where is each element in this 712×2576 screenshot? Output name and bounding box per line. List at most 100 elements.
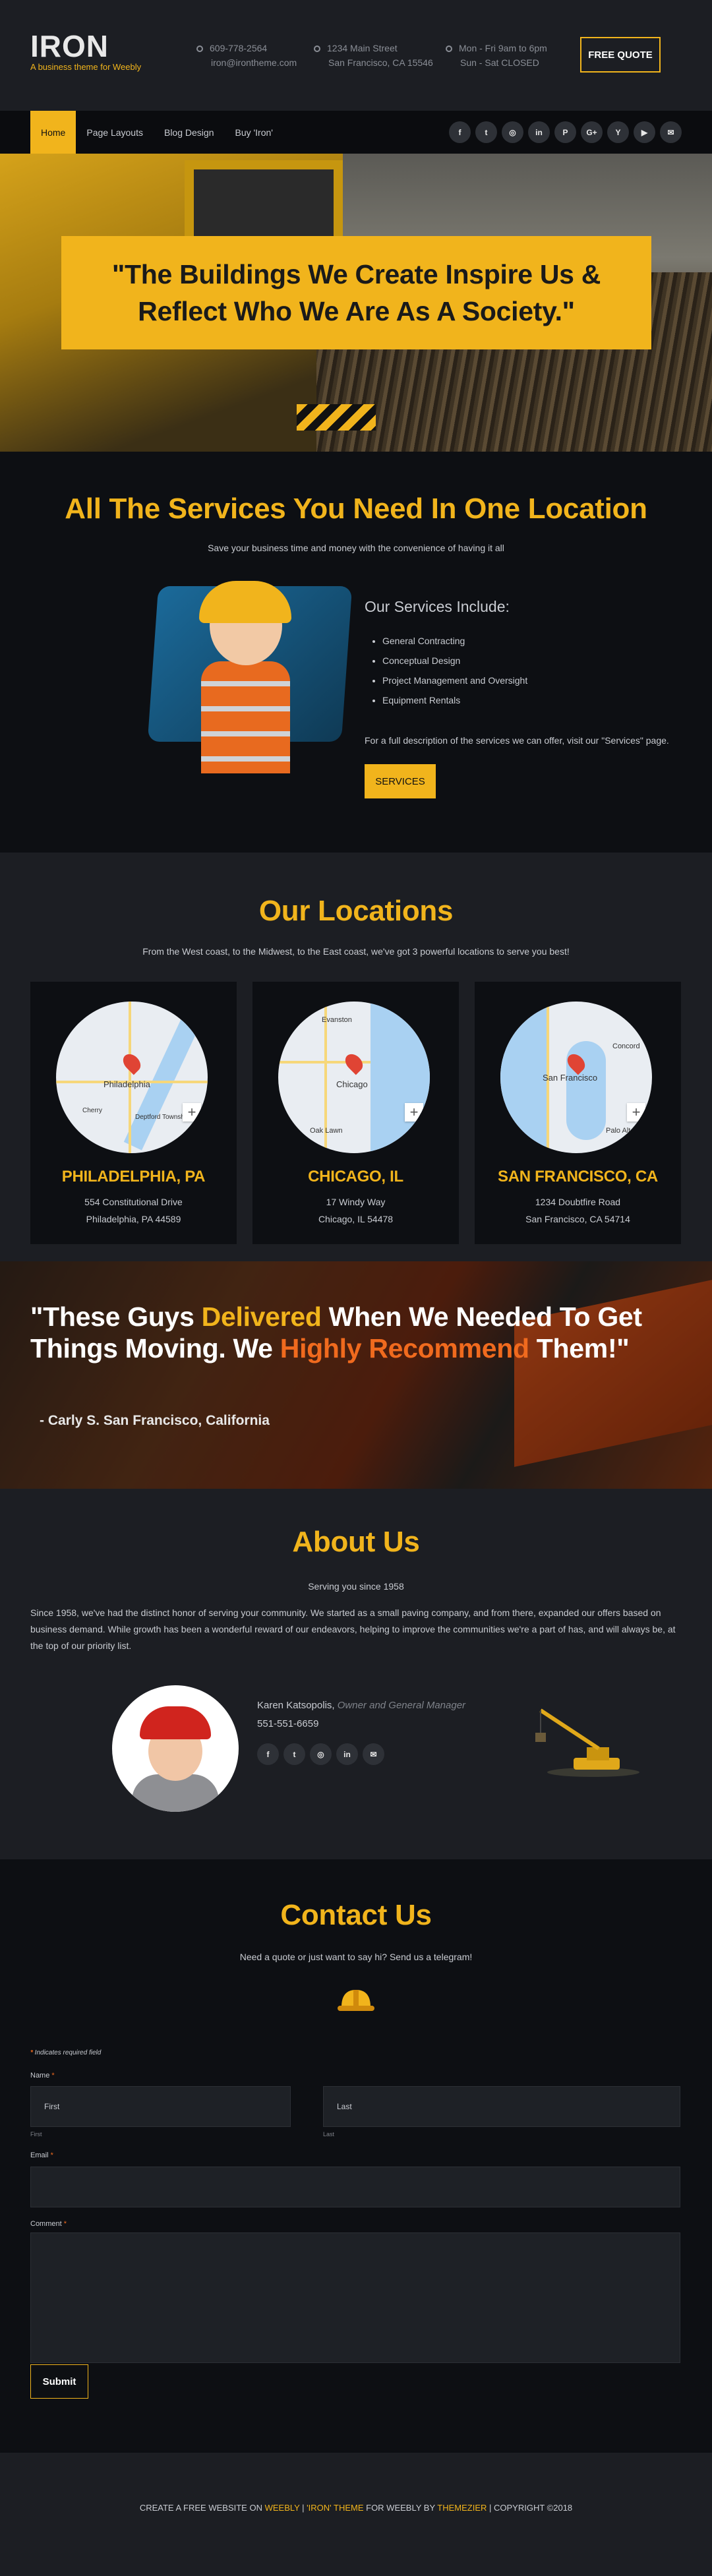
pinterest-icon[interactable]: P bbox=[554, 121, 576, 143]
instagram-icon[interactable]: ◎ bbox=[502, 121, 523, 143]
locations-subtitle: From the West coast, to the Midwest, to … bbox=[142, 946, 570, 957]
contact-info-hours: Mon - Fri 9am to 6pm Sun - Sat CLOSED bbox=[446, 41, 547, 70]
logo-subtitle: A business theme for Weebly bbox=[30, 62, 142, 72]
nav-social-icons: f t ◎ in P G+ Y ▶ ✉ bbox=[449, 121, 682, 143]
contact-info-address: 1234 Main Street San Francisco, CA 15546 bbox=[314, 41, 433, 70]
contact-info-phone: 609-778-2564 iron@irontheme.com bbox=[196, 41, 297, 70]
services-list-item: Equipment Rentals bbox=[382, 690, 527, 710]
locations-title: Our Locations bbox=[258, 895, 454, 927]
nav-item-blog-design[interactable]: Blog Design bbox=[154, 111, 225, 154]
about-section: About Us Serving you since 1958 Since 19… bbox=[0, 1489, 712, 1859]
main-nav: Home Page Layouts Blog Design Buy 'Iron'… bbox=[0, 111, 712, 154]
free-quote-button[interactable]: FREE QUOTE bbox=[580, 37, 661, 73]
map-pin-icon bbox=[341, 1050, 367, 1075]
services-list-item: Project Management and Oversight bbox=[382, 671, 527, 690]
location-address-line2: San Francisco, CA 54714 bbox=[525, 1214, 630, 1224]
header-hours-line2: Sun - Sat CLOSED bbox=[460, 57, 539, 68]
yelp-icon[interactable]: Y bbox=[607, 121, 629, 143]
zoom-in-icon[interactable]: + bbox=[183, 1103, 201, 1122]
phone-icon bbox=[196, 45, 203, 52]
map-label: Oak Lawn bbox=[310, 1127, 343, 1135]
mail-icon[interactable]: ✉ bbox=[660, 121, 682, 143]
location-name: PHILADELPHIA, PA bbox=[61, 1168, 206, 1185]
nav-item-buy-iron[interactable]: Buy 'Iron' bbox=[224, 111, 283, 154]
nav-item-home[interactable]: Home bbox=[30, 111, 76, 154]
about-title: About Us bbox=[292, 1526, 420, 1558]
about-social-icons: f t ◎ in ✉ bbox=[257, 1743, 384, 1765]
locations-section: Our Locations From the West coast, to th… bbox=[0, 853, 712, 1261]
linkedin-icon[interactable]: in bbox=[528, 121, 550, 143]
header-address-line2: San Francisco, CA 15546 bbox=[328, 57, 433, 68]
map-label: Deptford Township bbox=[135, 1114, 190, 1121]
services-subtitle: Save your business time and money with t… bbox=[208, 543, 504, 553]
nav-item-page-layouts[interactable]: Page Layouts bbox=[76, 111, 154, 154]
map-label: Philadelphia bbox=[104, 1079, 150, 1089]
email-input[interactable] bbox=[30, 2167, 680, 2207]
first-name-sublabel: First bbox=[30, 2131, 42, 2138]
contact-section: Contact Us Need a quote or just want to … bbox=[0, 1859, 712, 2453]
location-address-line2: Chicago, IL 54478 bbox=[318, 1214, 394, 1224]
location-card-chicago: Evanston Chicago Oak Lawn + CHICAGO, IL … bbox=[252, 982, 459, 1244]
testimonial-quote: "These Guys Delivered When We Needed To … bbox=[30, 1302, 642, 1363]
youtube-icon[interactable]: ▶ bbox=[634, 121, 655, 143]
zoom-in-icon[interactable]: + bbox=[405, 1103, 423, 1122]
logo-title: IRON bbox=[30, 29, 109, 63]
manager-phone[interactable]: 551-551-6659 bbox=[257, 1718, 318, 1729]
services-button[interactable]: SERVICES bbox=[365, 764, 436, 798]
map-label: Chicago bbox=[336, 1079, 368, 1089]
services-note: For a full description of the services w… bbox=[365, 735, 669, 746]
services-list-heading: Our Services Include: bbox=[365, 598, 510, 615]
facebook-icon[interactable]: f bbox=[257, 1743, 279, 1765]
header-phone[interactable]: 609-778-2564 bbox=[210, 43, 267, 53]
logo[interactable]: IRON A business theme for Weebly bbox=[30, 30, 141, 72]
location-card-san-francisco: Concord San Francisco Palo Alt + SAN FRA… bbox=[475, 982, 681, 1244]
zoom-in-icon[interactable]: + bbox=[627, 1103, 645, 1122]
header-hours-line1: Mon - Fri 9am to 6pm bbox=[459, 43, 547, 53]
location-address-line1: 17 Windy Way bbox=[326, 1197, 386, 1207]
twitter-icon[interactable]: t bbox=[475, 121, 497, 143]
map-pin-icon bbox=[119, 1050, 144, 1075]
footer-credits: CREATE A FREE WEBSITE ON WEEBLY | 'IRON'… bbox=[139, 2503, 573, 2513]
facebook-icon[interactable]: f bbox=[449, 121, 471, 143]
name-label: Name * bbox=[30, 2072, 55, 2080]
twitter-icon[interactable]: t bbox=[283, 1743, 305, 1765]
about-text: Since 1958, we've had the distinct honor… bbox=[30, 1607, 676, 1651]
last-name-input[interactable]: Last bbox=[323, 2086, 680, 2127]
contact-subtitle: Need a quote or just want to say hi? Sen… bbox=[239, 1952, 473, 1962]
map-label: San Francisco bbox=[543, 1073, 598, 1083]
weebly-link[interactable]: WEEBLY bbox=[265, 2503, 300, 2513]
google-plus-icon[interactable]: G+ bbox=[581, 121, 603, 143]
location-name: CHICAGO, IL bbox=[308, 1168, 403, 1185]
location-map[interactable]: Concord San Francisco Palo Alt + bbox=[500, 1002, 652, 1153]
hardhat-icon bbox=[338, 1990, 374, 2011]
testimonial-author: - Carly S. San Francisco, California bbox=[40, 1413, 270, 1428]
testimonial-banner: "These Guys Delivered When We Needed To … bbox=[0, 1261, 712, 1489]
map-label: Concord bbox=[612, 1042, 640, 1050]
map-label: Cherry bbox=[82, 1107, 103, 1114]
iron-theme-link[interactable]: 'IRON' THEME bbox=[307, 2503, 363, 2513]
manager-portrait bbox=[112, 1685, 239, 1812]
location-icon bbox=[314, 45, 320, 52]
header-email[interactable]: iron@irontheme.com bbox=[196, 55, 297, 70]
location-map[interactable]: Evanston Chicago Oak Lawn + bbox=[278, 1002, 430, 1153]
comment-label: Comment * bbox=[30, 2220, 67, 2228]
services-list-item: General Contracting bbox=[382, 631, 527, 651]
crane-icon bbox=[535, 1708, 639, 1777]
manager-name: Karen Katsopolis, Owner and General Mana… bbox=[257, 1700, 466, 1711]
map-label: Palo Alt bbox=[606, 1127, 631, 1135]
comment-textarea[interactable] bbox=[30, 2232, 680, 2363]
clock-icon bbox=[446, 45, 452, 52]
linkedin-icon[interactable]: in bbox=[336, 1743, 358, 1765]
location-map[interactable]: Philadelphia Deptford Township Cherry + bbox=[56, 1002, 208, 1153]
site-header: IRON A business theme for Weebly 609-778… bbox=[0, 0, 712, 111]
themezier-link[interactable]: THEMEZIER bbox=[437, 2503, 487, 2513]
worker-illustration-body bbox=[201, 661, 290, 773]
location-name: SAN FRANCISCO, CA bbox=[498, 1168, 658, 1185]
services-list: General Contracting Conceptual Design Pr… bbox=[382, 631, 527, 710]
mail-icon[interactable]: ✉ bbox=[363, 1743, 384, 1765]
header-address-line1: 1234 Main Street bbox=[327, 43, 398, 53]
submit-button[interactable]: Submit bbox=[30, 2364, 88, 2399]
required-field-note: * Indicates required field bbox=[30, 2049, 102, 2056]
instagram-icon[interactable]: ◎ bbox=[310, 1743, 332, 1765]
first-name-input[interactable]: First bbox=[30, 2086, 291, 2127]
